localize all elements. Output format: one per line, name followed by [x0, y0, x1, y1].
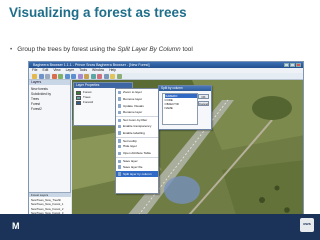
menu-edit[interactable]: Edit [42, 68, 48, 73]
menu-layer[interactable]: Layer [66, 68, 74, 73]
application-window: Bagheera Browser 1.1.1 - Prince Snow Bag… [28, 61, 304, 233]
layer-context-menu: Zoom to layer Remove layer Update Visual… [115, 88, 159, 194]
window-title: Bagheera Browser 1.1.1 - Prince Snow Bag… [33, 63, 150, 67]
menu-item-hide-layer[interactable]: Hide layer [116, 143, 158, 150]
close-icon[interactable] [296, 63, 301, 67]
menu-item-label: Open Attribute Table [123, 151, 151, 156]
menu-item-label: Enable labelling [123, 130, 145, 135]
bullet-tool-name: Split Layer By Column [117, 46, 181, 53]
menu-item-update-visuals[interactable]: Update Visuals [116, 103, 158, 110]
open-icon[interactable] [32, 73, 37, 79]
menu-item-label: Remove layer [123, 96, 143, 101]
menu-file[interactable]: File [32, 68, 37, 73]
layers-panel: Layers New forests Subdivided by Trees F… [29, 80, 71, 232]
measure-icon[interactable] [97, 73, 102, 79]
menu-item-remove-layer[interactable]: Remove layer [116, 96, 158, 103]
split-icon [117, 172, 121, 176]
menu-item-label: Zoom to layer [123, 90, 142, 94]
menu-item-rename-layer[interactable]: Rename layer [116, 109, 158, 116]
menu-item-labelling[interactable]: Enable labelling [116, 130, 158, 137]
save-file-icon [117, 165, 121, 169]
footer-logo-text: ows [303, 221, 311, 226]
save-icon [117, 159, 121, 164]
remove-icon [117, 97, 121, 101]
filter-icon [117, 118, 121, 123]
menu-item-attribute-table[interactable]: Open Attribute Table [116, 150, 158, 157]
column-list[interactable]: NUMERO CODE OBJECTID NAME [162, 93, 198, 125]
layer-swatch-icon [76, 90, 81, 95]
menu-item-label: Split layer by column [123, 171, 152, 176]
window-controls [284, 63, 301, 67]
menu-item-save-layer-file[interactable]: Save layer file [116, 164, 158, 171]
menu-item-label: Update Visuals [123, 103, 144, 108]
ok-button[interactable]: OK [198, 94, 209, 99]
zoom-icon [117, 90, 121, 95]
table-icon[interactable] [116, 73, 122, 79]
menu-item-transparency[interactable]: Enable transparency [116, 123, 158, 130]
window-titlebar: Bagheera Browser 1.1.1 - Prince Snow Bag… [29, 62, 303, 68]
select-icon[interactable] [90, 73, 96, 79]
menu-item-label: Rename layer [123, 110, 143, 115]
label-icon[interactable] [110, 73, 115, 79]
save-icon[interactable] [38, 73, 44, 79]
slide-footer [0, 214, 320, 240]
menu-view[interactable]: View [53, 68, 60, 73]
menu-item-split-by-column[interactable]: Split layer by column [116, 170, 158, 178]
table-icon [117, 151, 121, 156]
footer-letter: M [12, 221, 20, 231]
menu-item-label: Set zoom-by-filter [123, 118, 148, 123]
menu-help[interactable]: Help [109, 68, 116, 73]
bullet-point: • Group the trees by forest using the Spl… [10, 46, 193, 53]
list-item[interactable]: NewTrees_New_Forest_1 [31, 202, 69, 206]
refresh-icon[interactable] [103, 73, 109, 79]
print-icon[interactable] [45, 73, 50, 79]
menu-item-label: Save layer [123, 158, 138, 163]
layer-tree: New forests Subdivided by Trees Forest F… [29, 85, 70, 114]
menu-item-zoom-to-layer[interactable]: Zoom to layer [116, 89, 158, 96]
maximize-icon[interactable] [290, 63, 295, 67]
tooltip-icon [117, 139, 121, 143]
zoom-in-icon[interactable] [64, 73, 70, 79]
menu-window[interactable]: Window [92, 68, 104, 73]
bullet-text: Group the trees by forest using the [17, 46, 118, 53]
menu-item-label: Set tooltip [123, 138, 137, 143]
bullet-dot-icon: • [10, 46, 13, 53]
cut-icon[interactable] [51, 73, 57, 79]
split-by-column-dialog: Split by column NUMERO CODE OBJECTID NAM… [158, 85, 212, 130]
menu-item-save-layer[interactable]: Save layer [116, 156, 158, 164]
menu-item-label: Enable transparency [123, 123, 152, 128]
layer-swatch-icon [76, 100, 81, 105]
zoom-out-icon[interactable] [71, 73, 76, 79]
menu-item-label: Hide layer [123, 144, 137, 149]
identify-icon[interactable] [84, 73, 89, 79]
layer-swatch-icon [76, 95, 81, 100]
layer-row-label: Forest2 [83, 100, 94, 104]
add-layer-icon[interactable] [58, 73, 63, 79]
rename-icon [117, 110, 121, 115]
menu-tools[interactable]: Tools [79, 68, 87, 73]
cancel-button[interactable]: Cancel [198, 101, 209, 106]
minimize-icon[interactable] [284, 63, 289, 67]
hide-icon [117, 144, 121, 149]
column-option[interactable]: NAME [165, 106, 198, 110]
toolbar [29, 73, 303, 80]
label-icon [117, 131, 121, 135]
menu-item-set-zoom-filter[interactable]: Set zoom-by-filter [116, 116, 158, 123]
menu-item-tooltip[interactable]: Set tooltip [116, 136, 158, 144]
menu-item-label: Save layer file [123, 164, 143, 169]
slide-title: Visualizing a forest as trees [9, 5, 187, 20]
refresh-icon [117, 104, 121, 108]
transparency-icon [117, 124, 121, 129]
layer-tree-item[interactable]: Forest2 [31, 107, 68, 112]
pan-icon[interactable] [77, 73, 83, 79]
bullet-suffix: tool [180, 46, 193, 53]
split-dialog-title: Split by column [159, 86, 211, 91]
forest-layer-list-header: Forest Layers [29, 193, 71, 198]
